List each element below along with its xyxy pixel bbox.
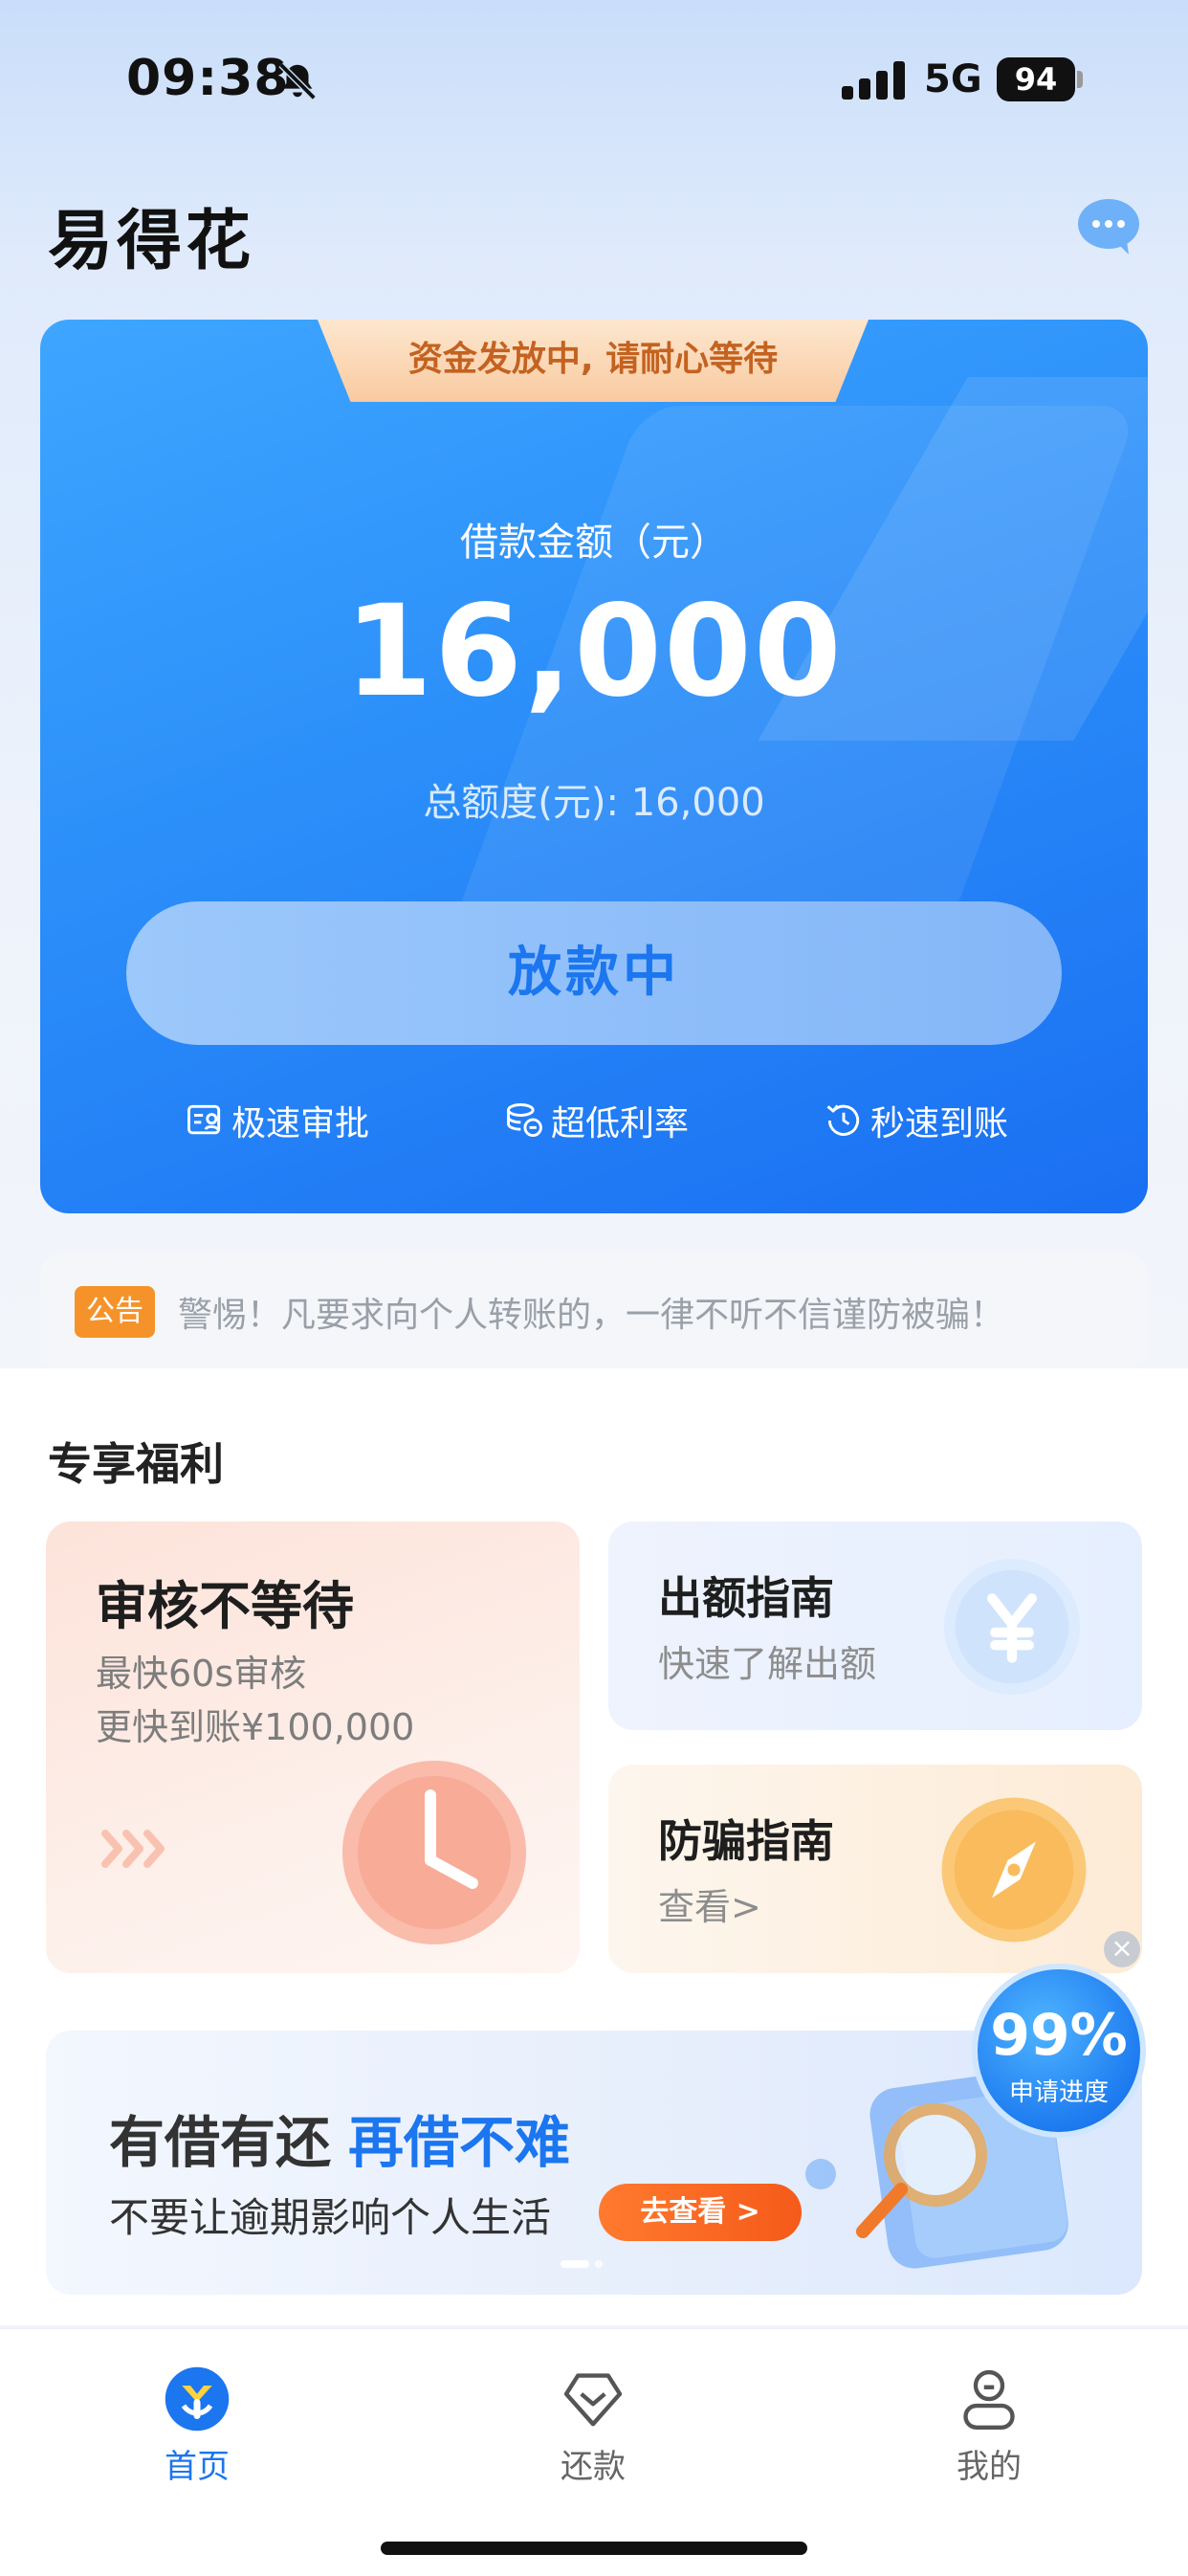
profile-icon xyxy=(963,2369,1015,2430)
card-title: 审核不等待 xyxy=(96,1576,354,1636)
review-benefit-card[interactable]: 审核不等待 最快60s审核 更快到账¥100,000 xyxy=(46,1521,580,1973)
application-progress-badge[interactable]: 99% 申请进度 xyxy=(972,1964,1146,2138)
promo-subtitle: 不要让逾期影响个人生活 xyxy=(109,2194,552,2241)
chat-icon[interactable] xyxy=(1077,197,1140,255)
promo-highlight: 再借不难 xyxy=(348,2110,571,2175)
repay-icon xyxy=(563,2373,623,2427)
home-logo-icon xyxy=(165,2366,230,2432)
section-title: 专享福利 xyxy=(48,1438,224,1490)
progress-value: 99% xyxy=(990,2002,1128,2069)
disbursing-button[interactable]: 放款中 xyxy=(126,901,1062,1045)
yen-icon xyxy=(943,1558,1081,1696)
loan-amount: 16,000 xyxy=(344,578,844,725)
tab-home[interactable]: 首页 xyxy=(101,2365,293,2487)
feature-label: 极速审批 xyxy=(231,1104,370,1144)
carousel-indicator xyxy=(561,2260,603,2268)
feature-low-rate: 超低利率 xyxy=(503,1095,689,1146)
signal-icon xyxy=(842,61,905,100)
close-icon[interactable]: × xyxy=(1104,1931,1140,1967)
tab-mine[interactable]: 我的 xyxy=(893,2365,1085,2487)
home-indicator xyxy=(381,2542,807,2555)
feature-fast-approval: 极速审批 xyxy=(184,1095,369,1146)
loan-card: 资金发放中, 请耐心等待 借款金额（元） 16,000 总额度(元): 16,0… xyxy=(40,320,1148,1213)
carousel-dot xyxy=(595,2260,603,2268)
disbursement-banner: 资金发放中, 请耐心等待 xyxy=(318,320,869,402)
bottom-tab-bar: 首页 还款 我的 xyxy=(0,2327,1188,2576)
coins-icon xyxy=(507,1103,542,1138)
card-subtitle: 最快60s审核 xyxy=(96,1653,307,1695)
tab-repay[interactable]: 还款 xyxy=(497,2365,689,2487)
card-title: 出额指南 xyxy=(658,1572,834,1624)
card-subtitle: 查看> xyxy=(658,1886,761,1928)
battery-indicator: 94 xyxy=(997,57,1075,101)
notice-badge: 公告 xyxy=(75,1286,155,1338)
notice-text: 警惕！凡要求向个人转账的，一律不听不信谨防被骗！ xyxy=(178,1296,1005,1335)
network-label: 5G xyxy=(924,57,982,101)
card-subtitle: 更快到账¥100,000 xyxy=(96,1706,415,1748)
app-title: 易得花 xyxy=(48,204,255,279)
total-credit: 总额度(元): 16,000 xyxy=(423,781,765,825)
carousel-dot-active xyxy=(561,2260,589,2268)
clock-icon xyxy=(342,1761,526,1944)
feature-label: 超低利率 xyxy=(551,1104,690,1144)
feature-instant-arrival: 秒速到账 xyxy=(823,1095,1008,1146)
card-title: 防骗指南 xyxy=(658,1815,834,1867)
battery-tip xyxy=(1077,71,1083,88)
amount-label: 借款金额（元） xyxy=(460,521,728,565)
tab-label: 首页 xyxy=(165,2448,230,2486)
approval-icon xyxy=(187,1104,221,1135)
status-bar: 09:38 5G 94 xyxy=(0,0,1188,163)
status-time: 09:38 xyxy=(126,50,290,107)
bell-muted-icon xyxy=(278,62,317,100)
clock-arrow-icon xyxy=(826,1104,860,1136)
feature-label: 秒速到账 xyxy=(870,1104,1009,1144)
tab-label: 还款 xyxy=(561,2448,626,2486)
tab-label: 我的 xyxy=(957,2448,1022,2486)
notice-bar[interactable]: 公告 警惕！凡要求向个人转账的，一律不听不信谨防被骗！ xyxy=(40,1252,1148,1372)
chevrons-icon xyxy=(101,1830,165,1868)
compass-icon xyxy=(941,1797,1087,1943)
card-subtitle: 快速了解出额 xyxy=(658,1643,877,1685)
credit-guide-card[interactable]: 出额指南 快速了解出额 xyxy=(608,1521,1142,1730)
progress-label: 申请进度 xyxy=(1008,2078,1109,2107)
promo-view-button[interactable]: 去查看 > xyxy=(599,2184,802,2241)
anti-fraud-guide-card[interactable]: 防骗指南 查看> xyxy=(608,1765,1142,1973)
promo-title: 有借有还 xyxy=(109,2110,332,2175)
